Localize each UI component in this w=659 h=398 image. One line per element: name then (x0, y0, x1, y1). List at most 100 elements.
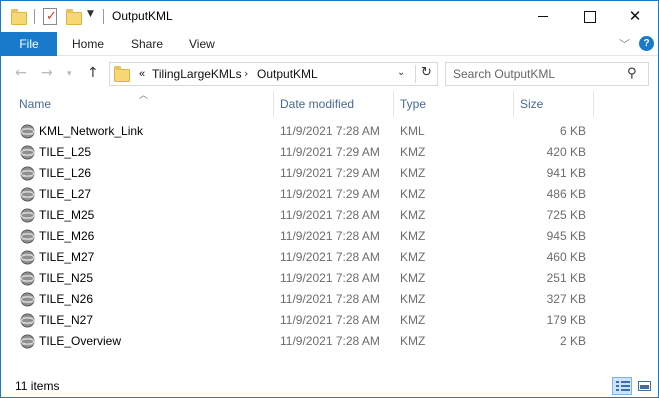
tab-share[interactable]: Share (131, 32, 163, 56)
expand-ribbon-icon[interactable]: ﹀ (619, 36, 630, 52)
column-headers: ︿ Name Date modified Type Size (1, 91, 658, 117)
file-type: KMZ (400, 292, 426, 306)
folder-icon[interactable] (11, 9, 27, 25)
title-divider (103, 9, 104, 24)
properties-icon[interactable]: ✓ (43, 8, 57, 25)
file-size: 327 KB (546, 292, 586, 306)
file-name: TILE_N27 (39, 313, 94, 327)
file-row[interactable]: TILE_M27 11/9/2021 7:28 AM KMZ 460 KB (13, 247, 633, 268)
window-title: OutputKML (112, 9, 173, 23)
help-button[interactable]: ? (639, 36, 654, 51)
file-row[interactable]: KML_Network_Link 11/9/2021 7:28 AM KML 6 KB (13, 121, 633, 142)
tab-file[interactable]: File (1, 32, 57, 56)
file-name: TILE_M26 (39, 229, 95, 243)
tab-home[interactable]: Home (72, 32, 104, 56)
search-input[interactable] (453, 66, 623, 82)
file-date-modified: 11/9/2021 7:28 AM (280, 229, 380, 243)
file-name: KML_Network_Link (39, 124, 144, 138)
file-row[interactable]: TILE_M25 11/9/2021 7:28 AM KMZ 725 KB (13, 205, 633, 226)
breadcrumb-overflow[interactable]: « (139, 68, 145, 80)
file-row[interactable]: TILE_L26 11/9/2021 7:29 AM KMZ 941 KB (13, 163, 633, 184)
recent-locations-icon[interactable]: ▾ (67, 69, 72, 79)
globe-icon (20, 187, 35, 202)
file-type: KMZ (400, 250, 426, 264)
globe-icon (20, 208, 35, 223)
customize-quick-access-icon[interactable]: ▼ (87, 9, 94, 19)
minimize-button[interactable] (520, 1, 566, 32)
file-size: 941 KB (546, 166, 586, 180)
details-view-button[interactable] (612, 377, 632, 395)
navigation-bar: ← → ▾ ↑ « TilingLargeKMLs › OutputKML ⌄ … (1, 57, 658, 91)
forward-arrow-icon[interactable]: → (41, 65, 53, 81)
globe-icon (20, 271, 35, 286)
file-size: 725 KB (546, 208, 586, 222)
file-row[interactable]: TILE_L27 11/9/2021 7:29 AM KMZ 486 KB (13, 184, 633, 205)
globe-icon (20, 292, 35, 307)
file-size: 420 KB (546, 145, 586, 159)
file-type: KMZ (400, 271, 426, 285)
file-name: TILE_N25 (39, 271, 94, 285)
file-explorer-window: ✓ ▼ OutputKML ✕ File Home Share View ﹀ ?… (0, 0, 659, 398)
toolbar-divider (34, 9, 35, 24)
address-dropdown-icon[interactable]: ⌄ (397, 67, 405, 78)
file-date-modified: 11/9/2021 7:28 AM (280, 334, 380, 348)
search-icon[interactable]: ⚲ (627, 66, 637, 81)
file-size: 945 KB (546, 229, 586, 243)
file-name: TILE_L25 (39, 145, 92, 159)
refresh-button[interactable]: ↻ (415, 65, 437, 83)
close-button[interactable]: ✕ (612, 1, 658, 32)
file-size: 179 KB (546, 313, 586, 327)
ribbon-tabs: File Home Share View ﹀ ? (1, 32, 658, 56)
title-bar: ✓ ▼ OutputKML ✕ (1, 1, 658, 32)
tab-view[interactable]: View (189, 32, 215, 56)
column-header-date-modified[interactable]: Date modified (274, 91, 394, 117)
file-row[interactable]: TILE_L25 11/9/2021 7:29 AM KMZ 420 KB (13, 142, 633, 163)
file-name: TILE_M25 (39, 208, 95, 222)
file-date-modified: 11/9/2021 7:28 AM (280, 292, 380, 306)
globe-icon (20, 145, 35, 160)
file-row[interactable]: TILE_M26 11/9/2021 7:28 AM KMZ 945 KB (13, 226, 633, 247)
file-date-modified: 11/9/2021 7:28 AM (280, 250, 380, 264)
new-folder-icon[interactable] (66, 9, 82, 25)
file-row[interactable]: TILE_N25 11/9/2021 7:28 AM KMZ 251 KB (13, 268, 633, 289)
address-bar[interactable]: « TilingLargeKMLs › OutputKML ⌄ ↻ (109, 62, 438, 86)
file-type: KMZ (400, 229, 426, 243)
globe-icon (20, 166, 35, 181)
file-name: TILE_L27 (39, 187, 92, 201)
search-box[interactable]: ⚲ (445, 62, 649, 86)
file-type: KMZ (400, 166, 426, 180)
large-icons-view-button[interactable] (634, 377, 654, 395)
file-date-modified: 11/9/2021 7:28 AM (280, 208, 380, 222)
file-name: TILE_M27 (39, 250, 95, 264)
up-arrow-icon[interactable]: ↑ (87, 65, 99, 81)
file-name: TILE_Overview (39, 334, 122, 348)
globe-icon (20, 229, 35, 244)
file-date-modified: 11/9/2021 7:28 AM (280, 313, 380, 327)
file-row[interactable]: TILE_N27 11/9/2021 7:28 AM KMZ 179 KB (13, 310, 633, 331)
close-icon: ✕ (628, 7, 642, 25)
file-type: KMZ (400, 187, 426, 201)
maximize-button[interactable] (566, 1, 612, 32)
file-type: KMZ (400, 208, 426, 222)
globe-icon (20, 250, 35, 265)
column-header-type[interactable]: Type (394, 91, 514, 117)
breadcrumb-tilinglargekmls[interactable]: TilingLargeKMLs (152, 67, 242, 81)
folder-icon (114, 66, 130, 82)
file-date-modified: 11/9/2021 7:29 AM (280, 145, 380, 159)
file-row[interactable]: TILE_Overview 11/9/2021 7:28 AM KMZ 2 KB (13, 331, 633, 352)
globe-icon (20, 124, 35, 139)
column-header-size[interactable]: Size (514, 91, 594, 117)
file-size: 460 KB (546, 250, 586, 264)
file-date-modified: 11/9/2021 7:29 AM (280, 166, 380, 180)
file-date-modified: 11/9/2021 7:28 AM (280, 271, 380, 285)
file-size: 486 KB (546, 187, 586, 201)
breadcrumb-outputkml[interactable]: OutputKML (257, 67, 318, 81)
file-size: 251 KB (546, 271, 586, 285)
file-row[interactable]: TILE_N26 11/9/2021 7:28 AM KMZ 327 KB (13, 289, 633, 310)
breadcrumb-separator-icon[interactable]: › (244, 67, 248, 80)
column-header-name[interactable]: Name (13, 91, 274, 117)
globe-icon (20, 334, 35, 349)
file-size: 2 KB (559, 334, 586, 348)
file-name: TILE_N26 (39, 292, 94, 306)
back-arrow-icon[interactable]: ← (15, 65, 27, 81)
